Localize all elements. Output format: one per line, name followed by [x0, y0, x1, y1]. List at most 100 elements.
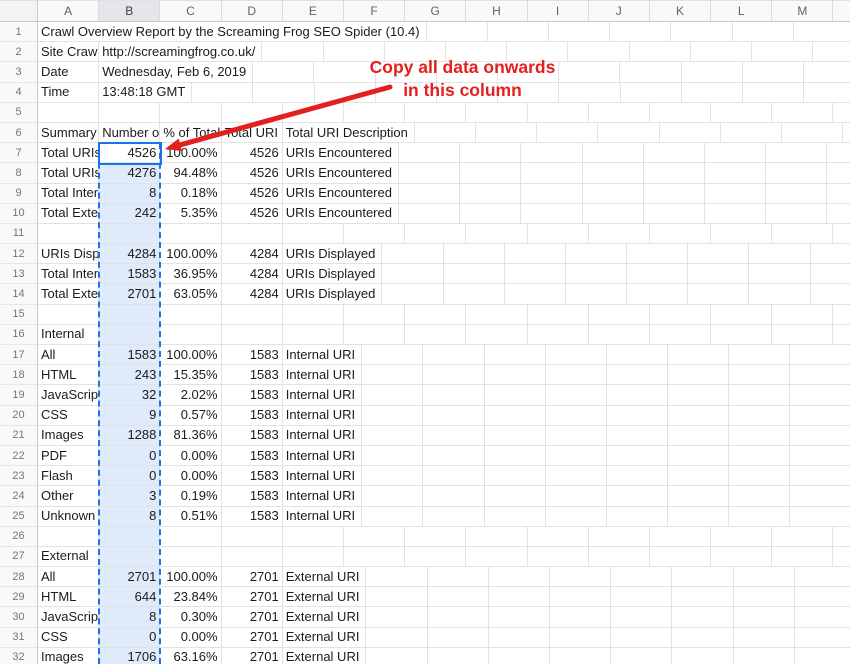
- cell-B16[interactable]: [99, 325, 160, 345]
- cell-L21[interactable]: [729, 426, 790, 446]
- cell-F30[interactable]: [366, 607, 427, 627]
- cell-H18[interactable]: [485, 365, 546, 385]
- cell-E29[interactable]: External URI: [283, 587, 367, 607]
- cell-A30[interactable]: JavaScript: [38, 607, 99, 627]
- cell-G29[interactable]: [428, 587, 489, 607]
- cell-K28[interactable]: [672, 567, 733, 587]
- cell-K16[interactable]: [650, 325, 711, 345]
- cell-G23[interactable]: [423, 466, 484, 486]
- cell-M7[interactable]: [827, 143, 850, 163]
- cell-I12[interactable]: [566, 244, 627, 264]
- cell-H28[interactable]: [489, 567, 550, 587]
- cell-E31[interactable]: External URI: [283, 628, 367, 648]
- cell-F16[interactable]: [344, 325, 405, 345]
- cell-H25[interactable]: [485, 507, 546, 527]
- cell-A19[interactable]: JavaScript: [38, 385, 99, 405]
- cell-L17[interactable]: [729, 345, 790, 365]
- cell-K23[interactable]: [668, 466, 729, 486]
- cell-D30[interactable]: 2701: [222, 607, 283, 627]
- cell-A23[interactable]: Flash: [38, 466, 99, 486]
- cell-K13[interactable]: [688, 264, 749, 284]
- cell-E13[interactable]: URIs Displayed: [283, 264, 383, 284]
- cell-B26[interactable]: [99, 527, 160, 547]
- cell-K32[interactable]: [672, 648, 733, 664]
- column-header-partial[interactable]: [833, 0, 850, 22]
- cell-N5[interactable]: [833, 103, 850, 123]
- row-header-11[interactable]: 11: [0, 224, 38, 244]
- cell-L9[interactable]: [766, 184, 827, 204]
- cell-D26[interactable]: [222, 527, 283, 547]
- cell-H8[interactable]: [521, 163, 582, 183]
- row-header-3[interactable]: 3: [0, 62, 38, 82]
- cell-I14[interactable]: [566, 284, 627, 304]
- cell-C11[interactable]: [160, 224, 221, 244]
- cell-E30[interactable]: External URI: [283, 607, 367, 627]
- cell-K9[interactable]: [705, 184, 766, 204]
- cell-J14[interactable]: [627, 284, 688, 304]
- cell-N15[interactable]: [833, 305, 850, 325]
- cell-L19[interactable]: [729, 385, 790, 405]
- cell-E11[interactable]: [283, 224, 344, 244]
- row-header-16[interactable]: 16: [0, 325, 38, 345]
- cell-M20[interactable]: [790, 406, 850, 426]
- cell-M31[interactable]: [795, 628, 850, 648]
- cell-E5[interactable]: [283, 103, 344, 123]
- cell-B7[interactable]: 4526: [99, 143, 160, 163]
- cell-B25[interactable]: 8: [99, 507, 160, 527]
- cell-E6[interactable]: Total URI Description: [283, 123, 415, 143]
- cell-I19[interactable]: [546, 385, 607, 405]
- cell-E19[interactable]: Internal URI: [283, 385, 362, 405]
- cell-B23[interactable]: 0: [99, 466, 160, 486]
- cell-A31[interactable]: CSS: [38, 628, 99, 648]
- row-header-19[interactable]: 19: [0, 385, 38, 405]
- cell-B14[interactable]: 2701: [99, 284, 160, 304]
- cell-A28[interactable]: All: [38, 567, 99, 587]
- cell-M11[interactable]: [772, 224, 833, 244]
- cell-A17[interactable]: All: [38, 345, 99, 365]
- cell-H10[interactable]: [521, 204, 582, 224]
- cell-M23[interactable]: [790, 466, 850, 486]
- cell-N26[interactable]: [833, 527, 850, 547]
- cell-J19[interactable]: [607, 385, 668, 405]
- cell-B32[interactable]: 1706: [99, 648, 160, 664]
- cell-B24[interactable]: 3: [99, 486, 160, 506]
- cell-D16[interactable]: [222, 325, 283, 345]
- cell-E4[interactable]: [315, 83, 376, 103]
- cell-N27[interactable]: [833, 547, 850, 567]
- cell-M16[interactable]: [772, 325, 833, 345]
- cell-E10[interactable]: URIs Encountered: [283, 204, 399, 224]
- row-header-27[interactable]: 27: [0, 547, 38, 567]
- row-header-18[interactable]: 18: [0, 365, 38, 385]
- cell-A5[interactable]: [38, 103, 99, 123]
- cell-H19[interactable]: [485, 385, 546, 405]
- cell-G3[interactable]: [498, 62, 559, 82]
- cell-H14[interactable]: [505, 284, 566, 304]
- cell-K19[interactable]: [668, 385, 729, 405]
- cell-G7[interactable]: [460, 143, 521, 163]
- cell-A16[interactable]: Internal: [38, 325, 99, 345]
- cell-F14[interactable]: [382, 284, 443, 304]
- cell-L6[interactable]: [782, 123, 843, 143]
- cell-K31[interactable]: [672, 628, 733, 648]
- cell-D32[interactable]: 2701: [222, 648, 283, 664]
- cell-A27[interactable]: External: [38, 547, 99, 567]
- cell-E8[interactable]: URIs Encountered: [283, 163, 399, 183]
- cell-A25[interactable]: Unknown: [38, 507, 99, 527]
- cell-J29[interactable]: [611, 587, 672, 607]
- cell-I24[interactable]: [546, 486, 607, 506]
- cell-E18[interactable]: Internal URI: [283, 365, 362, 385]
- cell-G11[interactable]: [405, 224, 466, 244]
- row-header-21[interactable]: 21: [0, 426, 38, 446]
- cell-K3[interactable]: [743, 62, 804, 82]
- cell-G25[interactable]: [423, 507, 484, 527]
- cell-E32[interactable]: External URI: [283, 648, 367, 664]
- cell-H12[interactable]: [505, 244, 566, 264]
- cell-E14[interactable]: URIs Displayed: [283, 284, 383, 304]
- cell-C5[interactable]: [160, 103, 221, 123]
- cell-H6[interactable]: [537, 123, 598, 143]
- cell-L7[interactable]: [766, 143, 827, 163]
- cell-A29[interactable]: HTML: [38, 587, 99, 607]
- cell-C7[interactable]: 100.00%: [160, 143, 221, 163]
- cell-F23[interactable]: [362, 466, 423, 486]
- cell-J8[interactable]: [644, 163, 705, 183]
